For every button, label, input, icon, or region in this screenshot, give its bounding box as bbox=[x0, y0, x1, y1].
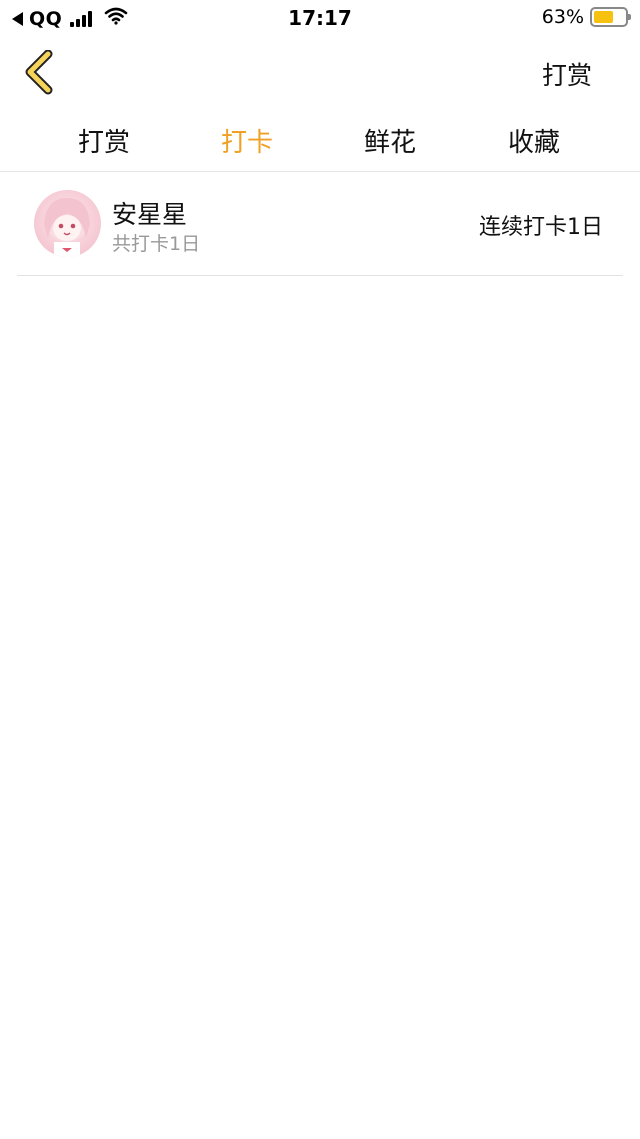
chevron-left-icon bbox=[25, 49, 53, 95]
tab-checkin[interactable]: 打卡 bbox=[197, 122, 297, 159]
checkin-streak: 连续打卡1日 bbox=[479, 215, 603, 240]
status-right: 63% bbox=[541, 6, 631, 28]
status-bar: QQ 17:17 63% bbox=[0, 0, 640, 36]
battery-icon bbox=[590, 7, 631, 27]
tab-reward[interactable]: 打赏 bbox=[54, 122, 154, 159]
back-button[interactable] bbox=[22, 49, 62, 96]
total-checkins: 共打卡1日 bbox=[112, 233, 201, 255]
tab-flowers[interactable]: 鲜花 bbox=[340, 122, 440, 159]
nav-bar: 打赏 bbox=[0, 36, 640, 110]
battery-percentage: 63% bbox=[541, 6, 584, 28]
tab-favorites[interactable]: 收藏 bbox=[484, 122, 584, 159]
tab-bar: 打赏 打卡 鲜花 收藏 bbox=[0, 112, 640, 172]
battery-fill bbox=[594, 11, 613, 23]
user-name: 安星星 bbox=[112, 200, 188, 229]
avatar-illustration bbox=[44, 198, 90, 257]
checkin-list: 安星星 共打卡1日 连续打卡1日 bbox=[0, 173, 640, 276]
avatar[interactable] bbox=[34, 190, 101, 257]
reward-button[interactable]: 打赏 bbox=[542, 56, 592, 92]
list-item[interactable]: 安星星 共打卡1日 连续打卡1日 bbox=[17, 173, 623, 276]
battery-tip bbox=[628, 14, 631, 20]
